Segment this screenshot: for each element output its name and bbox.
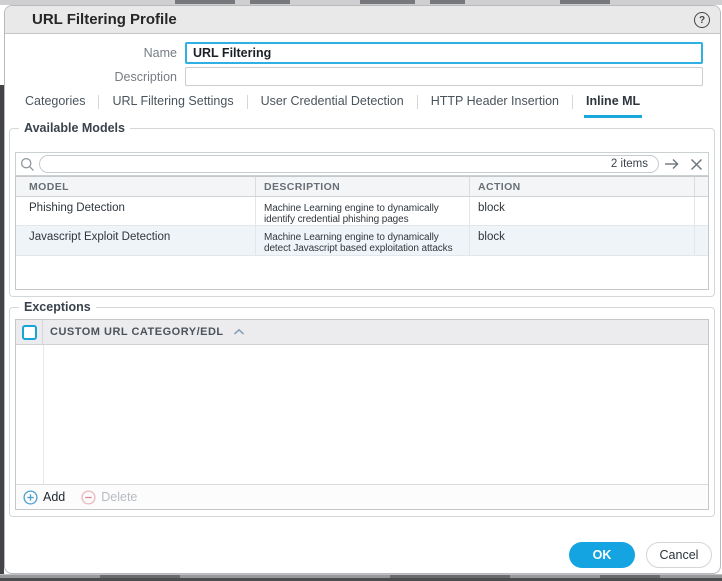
search-pill: 2 items (39, 155, 659, 173)
delete-button[interactable]: Delete (81, 490, 137, 505)
table-row-phishing-detection[interactable]: Phishing Detection Machine Learning engi… (16, 197, 708, 226)
exceptions-legend: Exceptions (19, 300, 96, 315)
url-filtering-profile-dialog: URL Filtering Profile ? Name Description… (4, 5, 721, 574)
model-cell: Phishing Detection (16, 197, 255, 225)
items-count-badge: 2 items (611, 158, 658, 170)
name-field[interactable] (185, 42, 703, 64)
available-models-legend: Available Models (19, 121, 130, 136)
search-input[interactable] (40, 157, 611, 171)
model-cell: Javascript Exploit Detection (16, 226, 255, 255)
description-field[interactable] (185, 67, 703, 86)
sort-ascending-icon (233, 328, 245, 336)
name-label: Name (5, 46, 185, 60)
tab-separator (417, 95, 418, 109)
tab-url-filtering-settings[interactable]: URL Filtering Settings (110, 94, 235, 118)
tab-inline-ml[interactable]: Inline ML (584, 94, 642, 118)
description-cell: Machine Learning engine to dynamically i… (255, 197, 469, 225)
description-cell: Machine Learning engine to dynamically d… (255, 226, 469, 255)
models-table-header: MODEL DESCRIPTION ACTION (16, 177, 708, 197)
profile-tabs: Categories URL Filtering Settings User C… (23, 94, 642, 118)
select-all-checkbox[interactable] (22, 325, 37, 340)
exceptions-table: CUSTOM URL CATEGORY/EDL Add Delete (15, 319, 709, 510)
search-icon (20, 157, 35, 172)
table-row-javascript-exploit-detection[interactable]: Javascript Exploit Detection Machine Lea… (16, 226, 708, 256)
models-table: MODEL DESCRIPTION ACTION Phishing Detect… (15, 176, 709, 290)
clear-filter-icon[interactable] (690, 158, 703, 171)
tab-separator (247, 95, 248, 109)
action-cell[interactable]: block (469, 197, 694, 225)
tab-user-credential-detection[interactable]: User Credential Detection (259, 94, 406, 118)
tab-http-header-insertion[interactable]: HTTP Header Insertion (429, 94, 561, 118)
exceptions-table-header: CUSTOM URL CATEGORY/EDL (16, 320, 708, 345)
cancel-button[interactable]: Cancel (646, 542, 712, 568)
column-header-model[interactable]: MODEL (16, 177, 255, 196)
help-icon[interactable]: ? (694, 12, 710, 28)
dialog-titlebar: URL Filtering Profile ? (5, 6, 720, 34)
column-header-gutter (694, 177, 708, 196)
dialog-title: URL Filtering Profile (32, 11, 177, 28)
tab-categories[interactable]: Categories (23, 94, 87, 118)
description-label: Description (5, 70, 185, 84)
description-row: Description (5, 67, 703, 86)
apply-filter-icon[interactable] (664, 158, 680, 170)
add-button[interactable]: Add (23, 490, 65, 505)
background-page-bottom (0, 574, 722, 581)
delete-button-label: Delete (101, 490, 137, 504)
exceptions-table-body (16, 345, 708, 484)
column-divider (43, 345, 44, 484)
column-header-action[interactable]: ACTION (469, 177, 694, 196)
tab-separator (572, 95, 573, 109)
add-button-label: Add (43, 490, 65, 504)
available-models-section: Available Models 2 items MODEL DESCRIPTI… (9, 128, 715, 297)
models-search-bar: 2 items (15, 152, 709, 176)
ok-button[interactable]: OK (569, 542, 635, 568)
column-header-description[interactable]: DESCRIPTION (255, 177, 469, 196)
exceptions-table-footer: Add Delete (16, 484, 708, 509)
exceptions-section: Exceptions CUSTOM URL CATEGORY/EDL (9, 307, 715, 517)
action-cell[interactable]: block (469, 226, 694, 255)
column-header-custom-url-category[interactable]: CUSTOM URL CATEGORY/EDL (43, 326, 245, 338)
tab-separator (98, 95, 99, 109)
select-all-column (16, 320, 43, 344)
name-row: Name (5, 42, 703, 64)
